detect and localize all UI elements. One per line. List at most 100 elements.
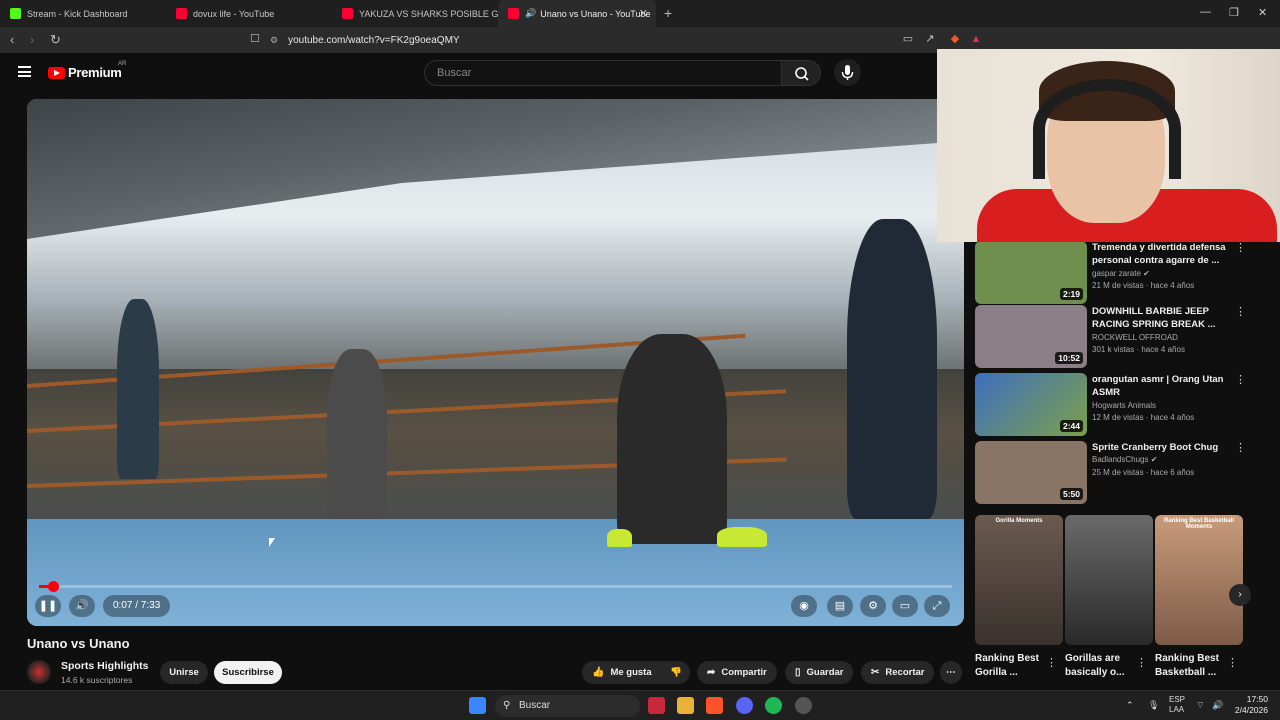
channel-avatar[interactable] xyxy=(27,660,51,684)
brave-browser-icon[interactable] xyxy=(706,697,723,714)
forward-icon[interactable]: › xyxy=(30,32,34,47)
share-button[interactable]: ➦ Compartir xyxy=(697,661,777,684)
progress-bar[interactable] xyxy=(39,581,952,592)
settings-button[interactable]: ⚙ xyxy=(860,595,886,617)
new-tab-icon[interactable]: + xyxy=(664,5,672,21)
theater-mode-button[interactable]: ▭ xyxy=(892,595,918,617)
wifi-icon[interactable]: ⌔ xyxy=(1196,700,1204,711)
recommendation-channel[interactable]: ROCKWELL OFFROAD xyxy=(1092,333,1178,342)
search-icon: ⚲ xyxy=(503,700,511,711)
tab-dovux-life[interactable]: dovux life - YouTube xyxy=(166,0,332,27)
more-actions-button[interactable]: ⋯ xyxy=(940,661,962,684)
reload-icon[interactable]: ↻ xyxy=(50,32,61,48)
file-explorer-icon[interactable] xyxy=(677,697,694,714)
tab-yakuza-vs-sharks[interactable]: YAKUZA VS SHARKS POSIBLE GUERR xyxy=(332,0,498,27)
cast-icon[interactable]: ▭ xyxy=(902,33,914,45)
site-info-icon[interactable]: ⚙ xyxy=(270,35,278,46)
youtube-logo[interactable]: Premium AR xyxy=(48,61,126,80)
recommendation-title[interactable]: orangutan asmr | Orang Utan ASMR xyxy=(1092,373,1232,399)
language-indicator[interactable]: ESP LAA xyxy=(1169,695,1185,715)
close-tab-icon[interactable]: ✕ xyxy=(639,7,648,20)
thumbs-up-icon: 👍 xyxy=(592,667,605,678)
short-title[interactable]: Gorillas are basically o... xyxy=(1065,652,1145,680)
recommendation-item[interactable]: 5:50 Sprite Cranberry Boot Chug Badlands… xyxy=(975,441,1265,505)
recommendation-channel[interactable]: Hogwarts Animals xyxy=(1092,401,1156,410)
more-options-icon[interactable]: ⋮ xyxy=(1235,305,1246,318)
share-arrow-icon: ➦ xyxy=(707,667,716,678)
recommendation-title[interactable]: DOWNHILL BARBIE JEEP RACING SPRING BREAK… xyxy=(1092,305,1232,331)
video-thumbnail[interactable]: 2:19 xyxy=(975,241,1087,304)
back-icon[interactable]: ‹ xyxy=(10,32,14,47)
maximize-icon[interactable]: ❐ xyxy=(1229,6,1239,19)
tray-chevron-up-icon[interactable]: ⌃ xyxy=(1126,700,1134,711)
join-button[interactable]: Unirse xyxy=(160,661,208,684)
bookmark-icon[interactable]: ☐ xyxy=(250,32,260,45)
search-button[interactable] xyxy=(781,60,821,86)
recommendation-channel[interactable]: gaspar zarate ✔ xyxy=(1092,269,1150,278)
recommendation-title[interactable]: Sprite Cranberry Boot Chug xyxy=(1092,441,1232,454)
more-options-icon[interactable]: ⋮ xyxy=(1235,441,1246,454)
short-thumbnail[interactable]: Gorilla Moments xyxy=(975,515,1063,645)
recommendation-item[interactable]: 10:52 DOWNHILL BARBIE JEEP RACING SPRING… xyxy=(975,305,1265,369)
search-input[interactable]: Buscar xyxy=(424,60,782,86)
more-options-icon[interactable]: ⋮ xyxy=(1136,656,1147,669)
pause-button[interactable]: ❚❚ xyxy=(35,595,61,617)
tab-label: Unano vs Unano - YouTube xyxy=(540,8,651,19)
save-button[interactable]: ▯ Guardar xyxy=(785,661,854,684)
video-thumbnail[interactable]: 2:44 xyxy=(975,373,1087,436)
short-title[interactable]: Ranking Best Gorilla ... xyxy=(975,652,1055,680)
dislike-button[interactable]: 👎 xyxy=(662,661,690,684)
channel-name[interactable]: Sports Highlights xyxy=(61,660,149,672)
volume-tray-icon[interactable]: 🔊 xyxy=(1212,700,1223,711)
short-thumbnail[interactable]: Ranking Best Basketball Moments xyxy=(1155,515,1243,645)
obs-icon[interactable] xyxy=(795,697,812,714)
recommendation-title[interactable]: Tremenda y divertida defensa personal co… xyxy=(1092,241,1232,267)
video-thumbnail[interactable]: 10:52 xyxy=(975,305,1087,368)
more-options-icon[interactable]: ⋮ xyxy=(1235,373,1246,386)
spotify-icon[interactable] xyxy=(765,697,782,714)
subscribe-button[interactable]: Suscribirse xyxy=(214,661,282,684)
discord-icon[interactable] xyxy=(736,697,753,714)
voice-search-button[interactable] xyxy=(834,59,861,86)
share-icon[interactable]: ↗ xyxy=(924,33,936,45)
more-options-icon[interactable]: ⋮ xyxy=(1235,241,1246,254)
minimize-icon[interactable]: — xyxy=(1200,6,1211,18)
clip-button[interactable]: ✂ Recortar xyxy=(861,661,935,684)
more-options-icon[interactable]: ⋮ xyxy=(1046,656,1057,669)
youtube-play-icon xyxy=(48,66,65,79)
mouse-cursor xyxy=(269,538,275,547)
taskbar-clock[interactable]: 17:50 2/4/2026 xyxy=(1228,694,1268,716)
address-bar[interactable]: ⚙ youtube.com/watch?v=FK2g9oeaQMY xyxy=(270,30,910,50)
fullscreen-button[interactable]: ⤢ xyxy=(924,595,950,617)
speaker-icon: 🔊 xyxy=(525,8,537,18)
short-caption: Ranking Best Basketball Moments xyxy=(1163,518,1235,530)
windows-start-icon[interactable] xyxy=(469,697,486,714)
close-window-icon[interactable]: ✕ xyxy=(1258,6,1267,19)
acrobat-icon[interactable] xyxy=(648,697,665,714)
youtube-header: Premium AR Buscar xyxy=(0,53,940,93)
microphone-tray-icon[interactable]: 🎙 xyxy=(1148,700,1159,711)
video-player[interactable]: ❚❚ 🔊 0:07 / 7:33 ◉ ▤ ⚙ ▭ ⤢ xyxy=(27,99,964,626)
taskbar-search[interactable]: ⚲ Buscar xyxy=(495,695,640,717)
menu-icon[interactable] xyxy=(18,66,31,77)
mute-button[interactable]: 🔊 xyxy=(69,595,95,617)
browser-tab-strip: Stream - Kick Dashboard dovux life - You… xyxy=(0,0,1280,27)
shorts-next-button[interactable]: › xyxy=(1229,584,1251,606)
recommendation-channel[interactable]: BadlandsChugs ✔ xyxy=(1092,455,1157,464)
recommendation-item[interactable]: 2:19 Tremenda y divertida defensa person… xyxy=(975,241,1265,305)
tab-unano-vs-unano[interactable]: 🔊 Unano vs Unano - YouTube ✕ xyxy=(498,0,656,27)
short-title[interactable]: Ranking Best Basketball ... xyxy=(1155,652,1235,680)
recommendation-item[interactable]: 2:44 orangutan asmr | Orang Utan ASMR Ho… xyxy=(975,373,1265,437)
short-thumbnail[interactable] xyxy=(1065,515,1153,645)
tab-kick-dashboard[interactable]: Stream - Kick Dashboard xyxy=(0,0,166,27)
subtitles-button[interactable]: ▤ xyxy=(827,595,853,617)
scissors-icon: ✂ xyxy=(871,667,880,678)
short-caption: Gorilla Moments xyxy=(995,518,1043,524)
fighter-shoe xyxy=(717,527,767,547)
autoplay-toggle[interactable]: ◉ xyxy=(791,595,817,617)
video-thumbnail[interactable]: 5:50 xyxy=(975,441,1087,504)
brave-rewards-icon[interactable]: ▲ xyxy=(970,33,982,45)
like-button[interactable]: 👍 Me gusta xyxy=(582,661,662,684)
brave-shields-icon[interactable]: ◆ xyxy=(949,33,961,45)
more-options-icon[interactable]: ⋮ xyxy=(1227,656,1238,669)
